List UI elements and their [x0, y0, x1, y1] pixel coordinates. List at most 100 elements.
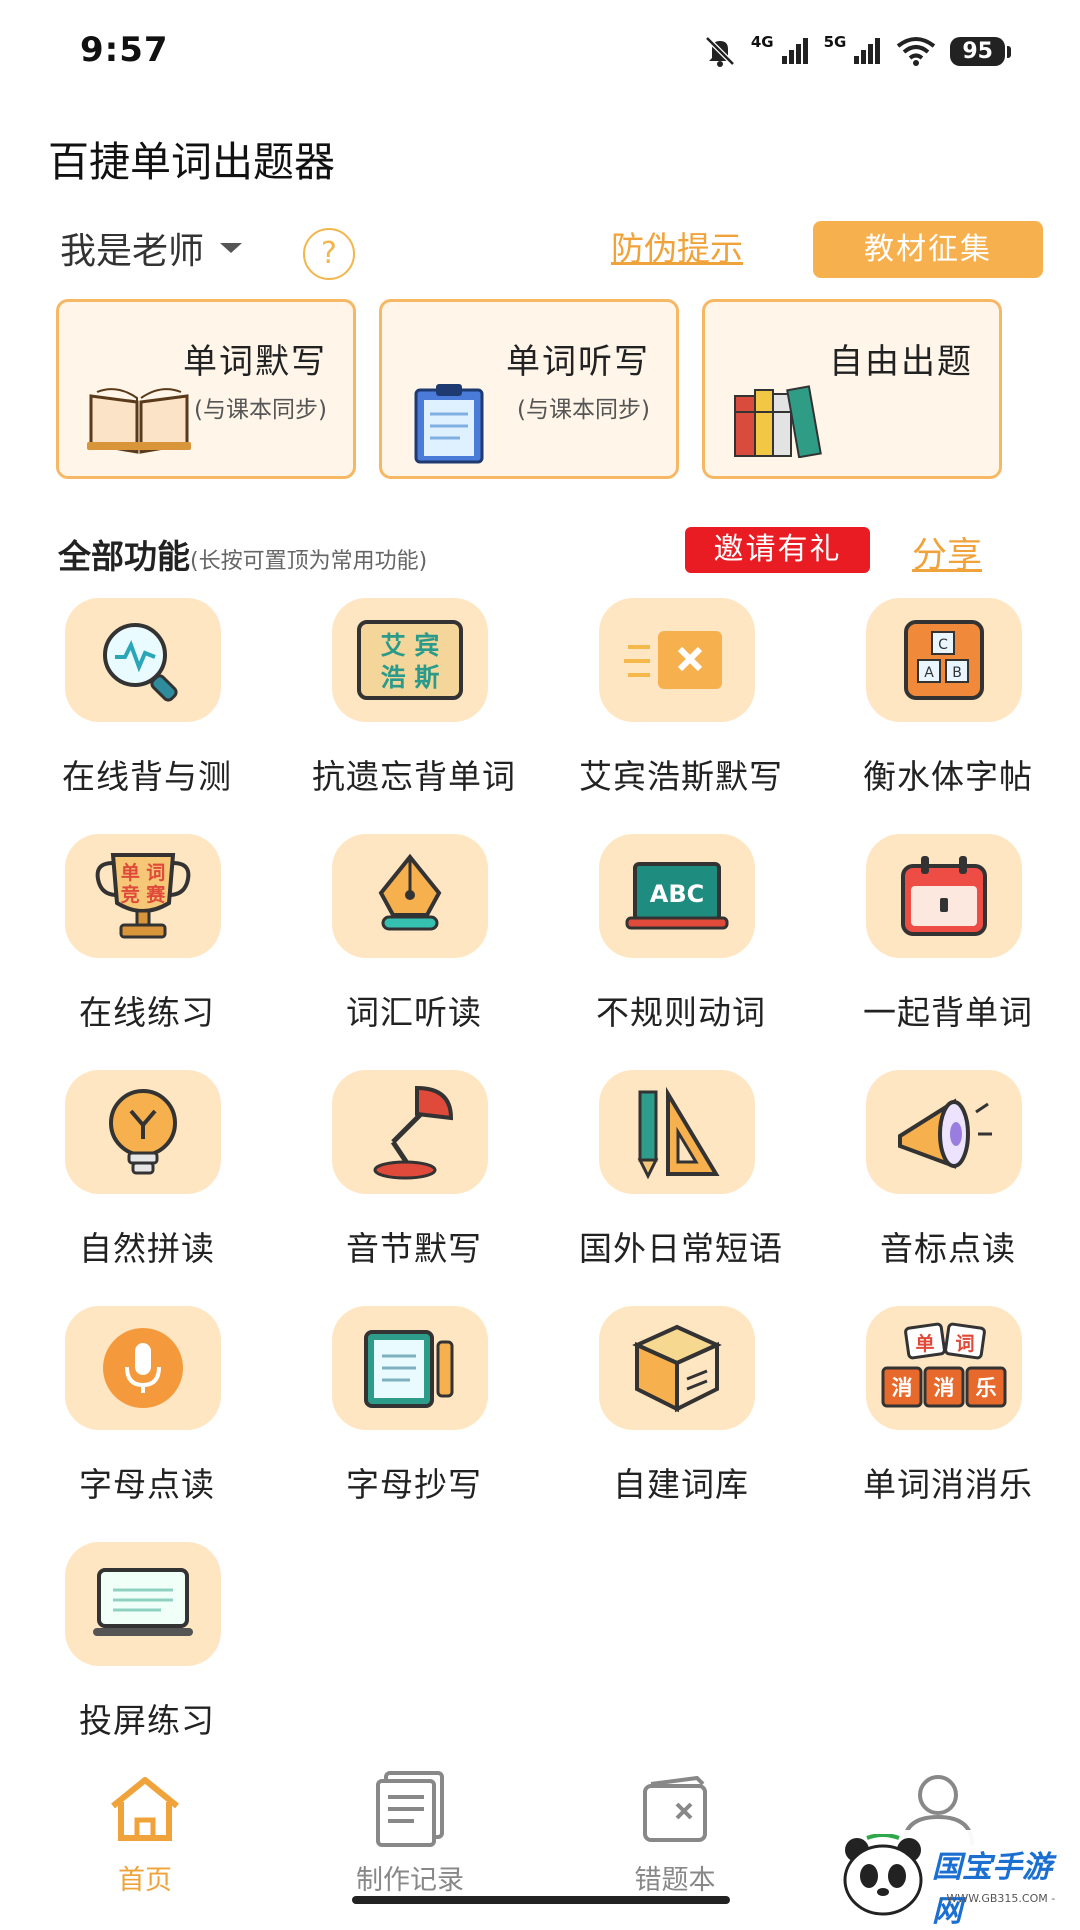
trophy-text-2: 竞 赛: [121, 883, 167, 906]
status-bar: 9:57 4G 5G 95: [0, 0, 1080, 110]
feature-label: 投屏练习: [79, 1701, 215, 1740]
tile-text-5: 乐: [976, 1376, 997, 1400]
board-icon: 艾 宾 浩 斯: [357, 620, 463, 700]
watermark-sub: - WWW.GB315.COM -: [939, 1892, 1056, 1905]
feature-online-practice[interactable]: 单 词 竞 赛 在线练习: [3, 834, 270, 1070]
board-text-2: 浩 斯: [381, 663, 440, 692]
calendar-icon: [901, 856, 987, 936]
feature-label: 字母抄写: [346, 1465, 482, 1504]
watermark-text: 国宝手游网: [932, 1850, 1052, 1929]
feature-anti-forget[interactable]: 艾 宾 浩 斯 抗遗忘背单词: [270, 598, 537, 834]
abc-laptop-icon: ABC: [625, 862, 729, 930]
document-icon: [376, 1771, 444, 1847]
feature-label: 自然拼读: [79, 1229, 215, 1268]
feature-label: 抗遗忘背单词: [312, 757, 516, 796]
card-free-question[interactable]: 自由出题: [702, 299, 1002, 479]
tab-home[interactable]: 首页: [45, 1768, 245, 1897]
nav-label: 错题本: [634, 1865, 716, 1896]
svg-text:C: C: [938, 637, 948, 653]
section-title: 全部功能(长按可置顶为常用功能): [58, 530, 427, 578]
svg-text:A: A: [924, 665, 934, 681]
nav-label: 制作记录: [356, 1865, 464, 1896]
nav-label: 首页: [118, 1865, 172, 1896]
feature-label: 艾宾浩斯默写: [579, 757, 783, 796]
books-icon: [734, 385, 822, 458]
tile-text-4: 消: [934, 1376, 955, 1400]
anti-fake-link[interactable]: 防伪提示: [611, 222, 743, 270]
feature-label: 衡水体字帖: [863, 757, 1033, 796]
card-subtitle: (与课本同步): [194, 397, 327, 423]
network-5g-label: 5G: [823, 33, 847, 51]
feature-label: 在线背与测: [62, 757, 232, 796]
feature-label: 一起背单词: [863, 993, 1033, 1032]
feature-letter-copy[interactable]: 字母抄写: [270, 1306, 537, 1542]
feature-label: 音节默写: [346, 1229, 482, 1268]
notebook-icon: [364, 1330, 454, 1408]
textbook-collect-button[interactable]: 教材征集: [813, 221, 1043, 278]
microphone-icon: [103, 1328, 183, 1408]
home-icon: [111, 1777, 179, 1841]
feature-screen-cast[interactable]: 投屏练习: [3, 1542, 270, 1778]
open-book-icon: [87, 388, 191, 454]
card-title: 单词听写: [506, 342, 650, 382]
feature-custom-wordbank[interactable]: 自建词库: [537, 1306, 804, 1542]
tile-text-1: 单: [915, 1332, 934, 1355]
feature-irregular-verbs[interactable]: ABC 不规则动词: [537, 834, 804, 1070]
signal-icon: [781, 38, 808, 64]
wifi-icon: [897, 37, 936, 66]
tile-text-3: 消: [892, 1376, 913, 1400]
feature-label: 字母点读: [79, 1465, 215, 1504]
card-word-dictation[interactable]: 单词默写 (与课本同步): [56, 299, 356, 479]
feature-phonetic-reading[interactable]: 音标点读: [804, 1070, 1071, 1306]
card-word-listening[interactable]: 单词听写 (与课本同步): [379, 299, 679, 479]
megaphone-icon: [898, 1098, 992, 1169]
feature-syllable-dictation[interactable]: 音节默写: [270, 1070, 537, 1306]
board-text-1: 艾 宾: [381, 631, 440, 660]
feature-hengshui-copybook[interactable]: C A B 衡水体字帖: [804, 598, 1071, 834]
mute-bell-icon: [705, 36, 735, 67]
panda-logo-icon: [843, 1834, 923, 1916]
battery-indicator: 95: [950, 36, 1011, 66]
ruler-pencil-icon: [637, 1086, 720, 1180]
role-label: 我是老师: [60, 231, 205, 272]
laptop-text: ABC: [650, 880, 704, 908]
card-title: 单词默写: [183, 342, 327, 382]
feature-memorize-together[interactable]: 一起背单词: [804, 834, 1071, 1070]
feature-label: 不规则动词: [596, 993, 766, 1032]
status-icons: 4G 5G 95: [703, 33, 1011, 68]
card-title: 自由出题: [829, 342, 973, 382]
tile-text-2: 词: [955, 1333, 974, 1355]
feature-label: 词汇听读: [346, 993, 482, 1032]
app-title: 百捷单词出题器: [48, 138, 335, 186]
status-time: 9:57: [80, 30, 169, 70]
share-link[interactable]: 分享: [912, 527, 982, 578]
feature-vocab-listen-read[interactable]: 词汇听读: [270, 834, 537, 1070]
box-icon: [632, 1324, 722, 1413]
trophy-text-1: 单 词: [121, 861, 166, 884]
role-selector[interactable]: 我是老师: [60, 222, 243, 274]
screen-icon: [93, 1568, 193, 1636]
feature-daily-phrases[interactable]: 国外日常短语: [537, 1070, 804, 1306]
signal-icon-2: [854, 38, 881, 64]
tab-wrong-book[interactable]: 错题本: [575, 1768, 775, 1897]
feature-label: 国外日常短语: [579, 1229, 783, 1268]
feature-phonics[interactable]: 自然拼读: [3, 1070, 270, 1306]
network-4g-label: 4G: [750, 33, 774, 51]
invite-button[interactable]: 邀请有礼: [685, 527, 870, 573]
feature-label: 在线练习: [79, 993, 215, 1032]
feature-letter-reading[interactable]: 字母点读: [3, 1306, 270, 1542]
watermark: 国宝手游网 - WWW.GB315.COM -: [829, 1830, 1080, 1929]
help-icon[interactable]: ?: [303, 228, 355, 280]
feature-label: 单词消消乐: [863, 1465, 1033, 1504]
card-subtitle: (与课本同步): [517, 397, 650, 423]
home-indicator[interactable]: [352, 1896, 730, 1904]
feature-label: 自建词库: [613, 1465, 749, 1504]
abc-blocks-icon: C A B: [904, 620, 984, 700]
feature-ebbinghaus-dictation[interactable]: 艾宾浩斯默写: [537, 598, 804, 834]
trophy-icon: 单 词 竞 赛: [95, 853, 191, 939]
chevron-down-icon: [220, 243, 243, 253]
feature-online-memorize-test[interactable]: 在线背与测: [3, 598, 270, 834]
tab-records[interactable]: 制作记录: [310, 1768, 510, 1897]
feature-word-elimination[interactable]: 单 词 消 消 乐 单词消消乐: [804, 1306, 1071, 1542]
clipboard-icon: [414, 384, 484, 464]
